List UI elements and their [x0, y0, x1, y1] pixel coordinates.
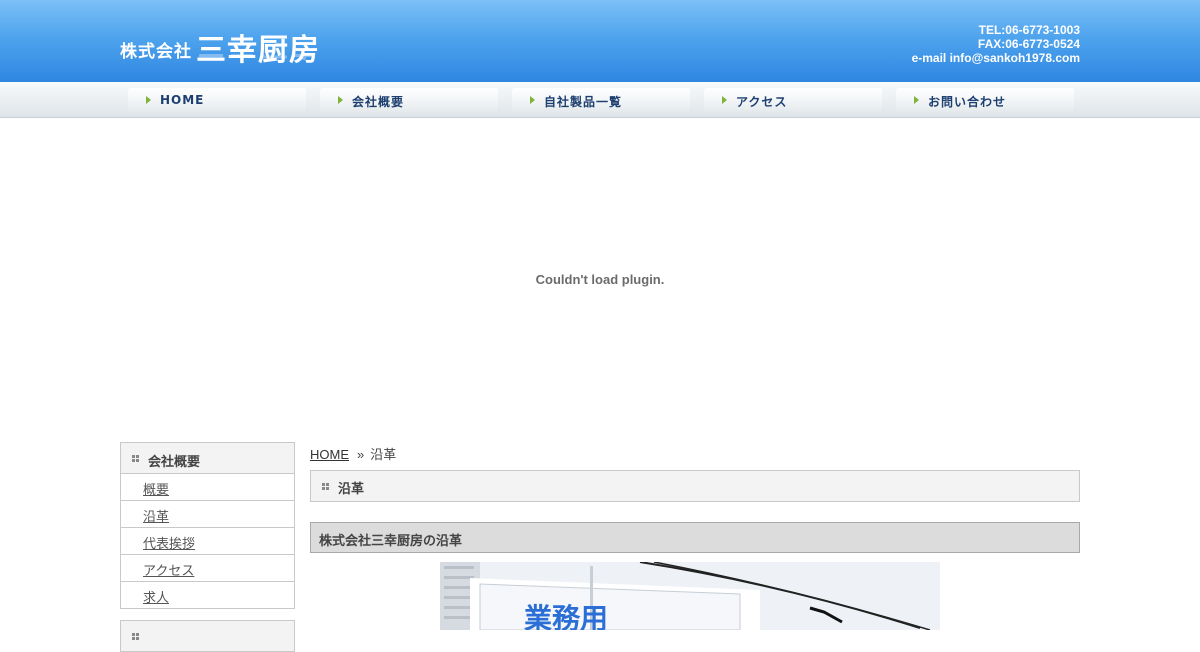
sidebar-link[interactable]: 概要	[143, 483, 169, 498]
breadcrumb: HOME » 沿革	[310, 442, 1080, 462]
nav-access[interactable]: アクセス	[704, 88, 882, 113]
sidebar-section-header: 会社概要	[120, 442, 295, 474]
global-nav: HOME 会社概要 自社製品一覧 アクセス お問い合わせ	[0, 82, 1200, 118]
sidebar-section-header-2	[120, 620, 295, 652]
sidebar-link[interactable]: アクセス	[143, 564, 194, 579]
contact-tel: TEL:06-6773-1003	[978, 23, 1080, 37]
nav-label: お問い合わせ	[928, 95, 1007, 109]
section-heading: 株式会社三幸厨房の沿革	[310, 522, 1080, 553]
nav-arrow-icon	[722, 96, 727, 104]
building-photo: 業務用	[440, 562, 940, 630]
logo-reflection: 株式会社 三幸厨房	[120, 54, 312, 72]
logo-reflection-name: 三幸厨房	[196, 54, 312, 69]
grid-bullet-icon	[132, 633, 139, 640]
sidebar-item-access: アクセス	[121, 555, 294, 582]
nav-label: アクセス	[736, 95, 788, 109]
contact-info: TEL:06-6773-1003 FAX:06-6773-0524 e-mail…	[912, 23, 1080, 65]
nav-arrow-icon	[530, 96, 535, 104]
sidebar-list: 概要 沿革 代表挨拶 アクセス 求人	[120, 474, 295, 609]
page-title: 沿革	[338, 482, 365, 497]
plugin-error-message: Couldn't load plugin.	[535, 272, 665, 287]
grid-bullet-icon	[132, 455, 139, 462]
sidebar-item-history: 沿革	[121, 501, 294, 528]
sidebar-item-recruit: 求人	[121, 582, 294, 609]
sidebar-section-title: 会社概要	[148, 455, 201, 470]
nav-arrow-icon	[146, 96, 151, 104]
nav-arrow-icon	[338, 96, 343, 104]
plugin-area: Couldn't load plugin.	[0, 118, 1200, 440]
nav-arrow-icon	[914, 96, 919, 104]
main-content: HOME » 沿革 沿革 株式会社三幸厨房の沿革	[310, 442, 1080, 553]
contact-email: e-mail info@sankoh1978.com	[911, 51, 1080, 65]
grid-bullet-icon	[322, 483, 329, 490]
sign-text: 業務用	[524, 602, 608, 630]
breadcrumb-current: 沿革	[370, 447, 397, 462]
logo-reflection-prefix: 株式会社	[120, 54, 192, 57]
nav-contact[interactable]: お問い合わせ	[896, 88, 1074, 113]
sidebar-item-greeting: 代表挨拶	[121, 528, 294, 555]
breadcrumb-separator: »	[357, 447, 365, 462]
building-photo-graphic: 業務用	[440, 562, 940, 630]
nav-home[interactable]: HOME	[128, 88, 306, 113]
contact-fax: FAX:06-6773-0524	[977, 37, 1080, 51]
sidebar: 会社概要 概要 沿革 代表挨拶 アクセス 求人	[120, 442, 295, 652]
nav-products[interactable]: 自社製品一覧	[512, 88, 690, 113]
breadcrumb-home-link[interactable]: HOME	[310, 447, 349, 462]
nav-label: 自社製品一覧	[544, 95, 623, 109]
nav-label: HOME	[160, 93, 205, 107]
site-header: 株式会社 三幸厨房 株式会社 三幸厨房 TEL:06-6773-1003 FAX…	[0, 0, 1200, 82]
section-title: 株式会社三幸厨房の沿革	[319, 534, 463, 549]
sidebar-item-overview: 概要	[121, 474, 294, 501]
sidebar-link[interactable]: 沿革	[143, 510, 169, 525]
sidebar-link[interactable]: 代表挨拶	[143, 537, 195, 552]
page-title-box: 沿革	[310, 470, 1080, 502]
sidebar-link[interactable]: 求人	[143, 591, 169, 606]
nav-label: 会社概要	[352, 95, 405, 109]
nav-company[interactable]: 会社概要	[320, 88, 498, 113]
